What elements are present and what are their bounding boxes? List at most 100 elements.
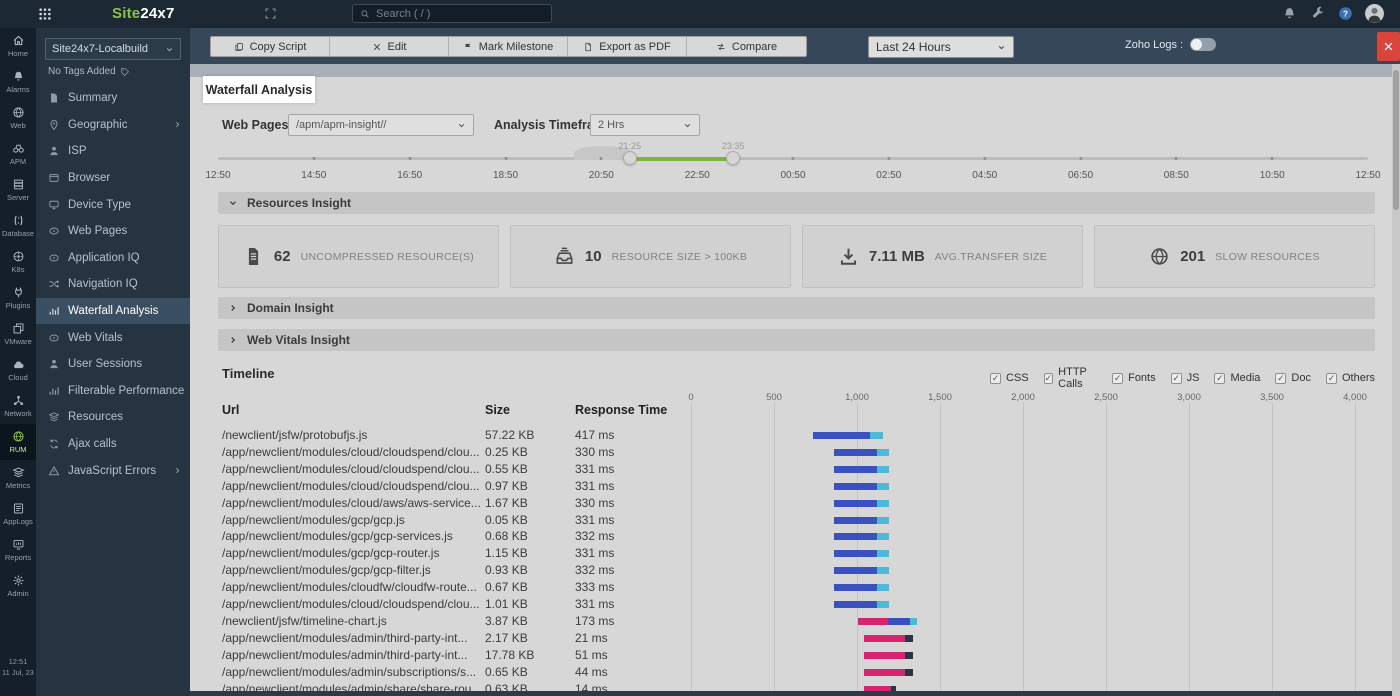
section-resources-insight[interactable]: Resources Insight: [218, 192, 1375, 214]
bell-icon[interactable]: [1282, 6, 1297, 21]
app-grid-icon[interactable]: [38, 7, 52, 21]
stat-card-slow-resources[interactable]: 201 SLOW RESOURCES: [1094, 225, 1375, 288]
stat-card-avg-transfer-size[interactable]: 7.11 MB AVG.TRANSFER SIZE: [802, 225, 1083, 288]
time-slider[interactable]: 21:25 23:35 12:50 14:50 16:50 18:50 20:50 22:50…: [205, 141, 1380, 188]
section-domain-insight[interactable]: Domain Insight: [218, 297, 1375, 319]
sidebar-item-application-iq[interactable]: Application IQ: [36, 245, 190, 272]
rail-item-metrics[interactable]: Metrics: [0, 460, 36, 496]
waterfall-bar: [691, 512, 1363, 529]
search-input[interactable]: Search ( / ): [352, 4, 552, 23]
search-icon: [360, 9, 370, 19]
rail-item-plugins[interactable]: Plugins: [0, 280, 36, 316]
network-icon: [12, 394, 25, 407]
sidebar-item-filterable-performance[interactable]: Filterable Performance: [36, 378, 190, 405]
sidebar-item-user-sessions[interactable]: User Sessions: [36, 351, 190, 378]
monitor-select[interactable]: Site24x7-Localbuild: [45, 38, 181, 60]
rail-item-reports[interactable]: Reports: [0, 532, 36, 568]
help-icon[interactable]: ?: [1338, 6, 1353, 21]
sidebar-item-waterfall-analysis[interactable]: Waterfall Analysis: [36, 297, 190, 325]
stat-label: UNCOMPRESSED RESOURCE(S): [300, 250, 475, 263]
timeframe-select[interactable]: 2 Hrs: [590, 114, 700, 136]
table-row[interactable]: /app/newclient/modules/gcp/gcp.js 0.05 KB…: [190, 512, 1392, 529]
rail-item-vmware[interactable]: VMware: [0, 316, 36, 352]
rail-item-cloud[interactable]: Cloud: [0, 352, 36, 388]
flag-icon: [463, 42, 473, 52]
type-filter-others[interactable]: ✓ Others: [1325, 366, 1375, 390]
close-button[interactable]: [1377, 32, 1400, 61]
table-row[interactable]: /app/newclient/modules/cloudfw/cloudfw-r…: [190, 579, 1392, 596]
cell-size: 1.15 KB: [485, 546, 528, 561]
table-row[interactable]: /app/newclient/modules/cloud/cloudspend/…: [190, 461, 1392, 478]
table-row[interactable]: /app/newclient/modules/cloud/aws/aws-ser…: [190, 495, 1392, 512]
table-row[interactable]: /app/newclient/modules/admin/third-party…: [190, 647, 1392, 664]
mark-milestone-button[interactable]: Mark Milestone: [449, 37, 568, 56]
sidebar-item-web-pages[interactable]: Web Pages: [36, 218, 190, 245]
rail-item-k8s[interactable]: K8s: [0, 244, 36, 280]
rail-item-rum[interactable]: RUM: [0, 424, 36, 460]
table-row[interactable]: /app/newclient/modules/cloud/cloudspend/…: [190, 478, 1392, 495]
selected-range[interactable]: [629, 156, 734, 161]
rail-item-network[interactable]: Network: [0, 388, 36, 424]
zoho-logs-toggle[interactable]: [1190, 38, 1217, 51]
sidebar-item-device-type[interactable]: Device Type: [36, 191, 190, 218]
sidebar-item-browser[interactable]: Browser: [36, 165, 190, 192]
tags-row[interactable]: No Tags Added: [48, 66, 130, 77]
type-filter-http-calls[interactable]: ✓ HTTP Calls: [1043, 366, 1097, 390]
stat-card-resource-size-100kb[interactable]: 10 RESOURCE SIZE > 100KB: [510, 225, 791, 288]
table-row[interactable]: /app/newclient/modules/gcp/gcp-services.…: [190, 528, 1392, 545]
chevron-down-icon: [165, 45, 174, 54]
filter-label: Media: [1230, 372, 1261, 384]
type-filter-css[interactable]: ✓ CSS: [990, 366, 1029, 390]
edit-button[interactable]: Edit: [330, 37, 449, 56]
sidebar-item-resources[interactable]: Resources: [36, 404, 190, 431]
rail-item-apm[interactable]: APM: [0, 136, 36, 172]
sidebar-item-geographic[interactable]: Geographic: [36, 112, 190, 139]
monitor-name: Site24x7-Localbuild: [52, 43, 149, 55]
rail-item-alarms[interactable]: Alarms: [0, 64, 36, 100]
table-row[interactable]: /app/newclient/modules/cloud/cloudspend/…: [190, 444, 1392, 461]
rail-item-label: K8s: [11, 265, 25, 274]
rail-item-server[interactable]: Server: [0, 172, 36, 208]
rail-item-web[interactable]: Web: [0, 100, 36, 136]
export-as-pdf-button[interactable]: Export as PDF: [568, 37, 687, 56]
rail-item-database[interactable]: Database: [0, 208, 36, 244]
sidebar-item-javascript-errors[interactable]: JavaScript Errors: [36, 457, 190, 484]
table-row[interactable]: /app/newclient/modules/admin/subscriptio…: [190, 664, 1392, 681]
table-row[interactable]: /app/newclient/modules/cloud/cloudspend/…: [190, 596, 1392, 613]
web-pages-select[interactable]: /apm/apm-insight//: [288, 114, 474, 136]
sidebar-item-ajax-calls[interactable]: Ajax calls: [36, 431, 190, 458]
type-filter-fonts[interactable]: ✓ Fonts: [1112, 366, 1156, 390]
rail-item-applogs[interactable]: AppLogs: [0, 496, 36, 532]
rail-item-label: Reports: [4, 553, 32, 562]
type-filter-js[interactable]: ✓ JS: [1170, 366, 1199, 390]
sidebar-item-summary[interactable]: Summary: [36, 85, 190, 112]
sidebar-item-web-vitals[interactable]: Web Vitals: [36, 324, 190, 351]
vertical-scrollbar[interactable]: [1392, 64, 1400, 696]
table-row[interactable]: /app/newclient/modules/gcp/gcp-filter.js…: [190, 562, 1392, 579]
range-start-handle[interactable]: [622, 151, 637, 165]
rail-item-admin[interactable]: Admin: [0, 568, 36, 604]
time-range-select[interactable]: Last 24 Hours: [868, 36, 1014, 58]
table-row[interactable]: /newclient/jsfw/timeline-chart.js 3.87 KB…: [190, 613, 1392, 630]
page-title-tab[interactable]: Waterfall Analysis: [203, 76, 315, 103]
section-web-vitals-insight[interactable]: Web Vitals Insight: [218, 329, 1375, 351]
type-filter-doc[interactable]: ✓ Doc: [1275, 366, 1311, 390]
copy-script-button[interactable]: Copy Script: [211, 37, 330, 56]
range-end-handle[interactable]: [726, 151, 741, 165]
wrench-icon[interactable]: [1311, 6, 1326, 21]
table-row[interactable]: /newclient/jsfw/protobufjs.js 57.22 KB 417…: [190, 427, 1392, 444]
stat-card-uncompressed-resource-s[interactable]: 62 UNCOMPRESSED RESOURCE(S): [218, 225, 499, 288]
waterfall-bar: [691, 579, 1363, 596]
compare-button[interactable]: Compare: [687, 37, 806, 56]
scrollbar-thumb[interactable]: [1393, 70, 1399, 210]
doc-icon: [48, 92, 60, 104]
user-avatar[interactable]: [1364, 3, 1385, 24]
rail-item-home[interactable]: Home: [0, 28, 36, 64]
sidebar-item-navigation-iq[interactable]: Navigation IQ: [36, 271, 190, 298]
sidebar-item-isp[interactable]: ISP: [36, 138, 190, 165]
type-filter-media[interactable]: ✓ Media: [1214, 366, 1260, 390]
table-row[interactable]: /app/newclient/modules/gcp/gcp-router.js…: [190, 545, 1392, 562]
expand-icon[interactable]: [264, 7, 277, 20]
cell-url: /app/newclient/modules/gcp/gcp-filter.js: [222, 563, 431, 578]
table-row[interactable]: /app/newclient/modules/admin/third-party…: [190, 630, 1392, 647]
